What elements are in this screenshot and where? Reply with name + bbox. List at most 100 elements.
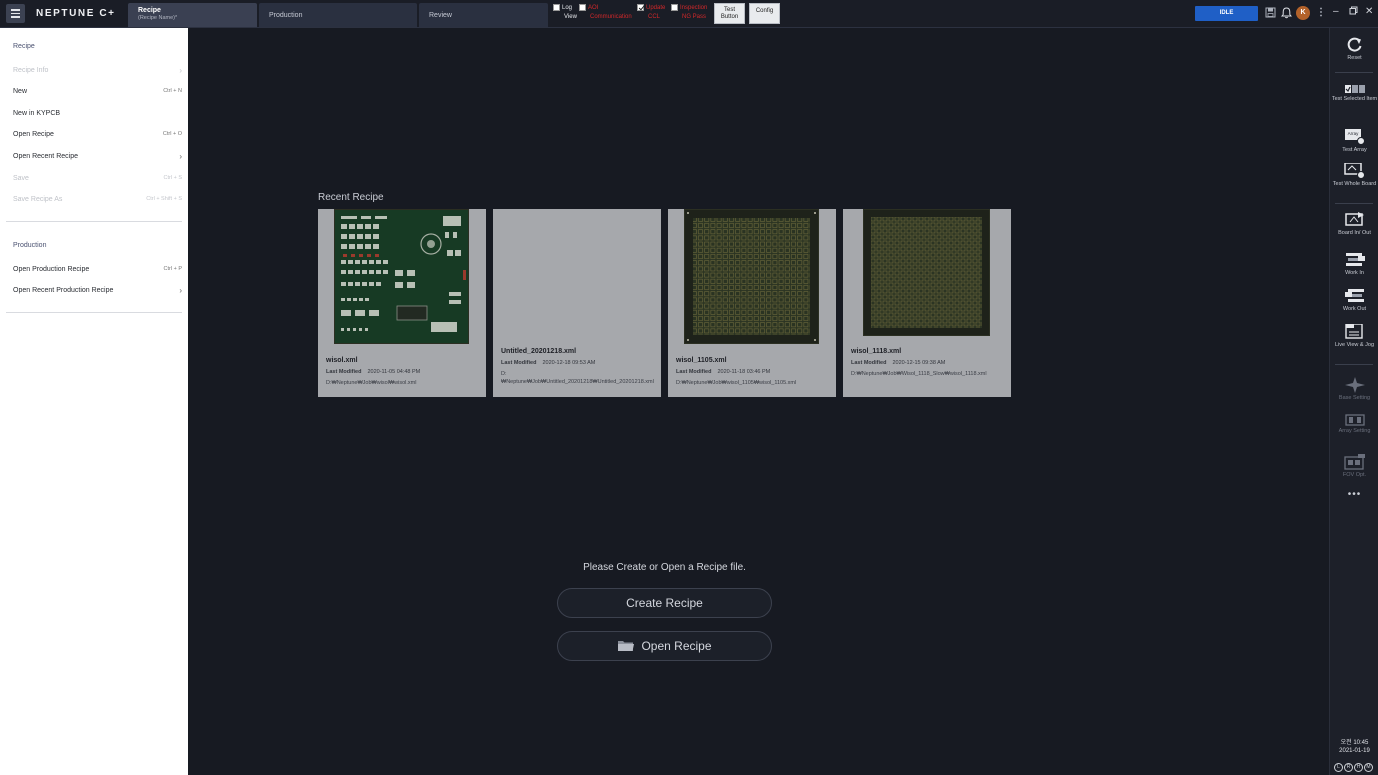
recipe-card[interactable]: Untitled_20201218.xml Last Modified 2020-… xyxy=(493,209,661,397)
bell-icon[interactable] xyxy=(1280,7,1293,23)
menu-item-save-label: Save xyxy=(13,175,29,182)
menu-item-new[interactable]: New Ctrl + N xyxy=(13,88,182,95)
recipe-card-modified: Last Modified 2020-12-18 09:53 AM xyxy=(501,360,595,366)
aoi-communication-checkbox[interactable] xyxy=(579,4,586,11)
minimize-icon[interactable]: – xyxy=(1333,6,1339,18)
menu-item-save-recipe-as-shortcut: Ctrl + Shift + S xyxy=(146,196,182,202)
indicator-m-icon: M xyxy=(1364,763,1373,772)
test-array-label: Test Array xyxy=(1342,147,1367,153)
tab-review[interactable]: Review xyxy=(419,3,548,27)
log-view-checkbox[interactable] xyxy=(553,4,560,11)
recipe-section-title: Recipe xyxy=(13,43,35,50)
system-clock: 오전 10:45 2021-01-19 xyxy=(1330,739,1378,755)
close-icon[interactable]: ✕ xyxy=(1365,6,1373,18)
menu-divider xyxy=(6,312,182,313)
aoi-communication-label: AOI xyxy=(588,5,599,11)
clock-time: 오전 10:45 xyxy=(1340,740,1369,746)
menu-item-new-in-kypcb[interactable]: New in KYPCB xyxy=(13,110,182,117)
tab-production[interactable]: Production xyxy=(259,3,417,27)
recipe-card[interactable]: wisol_1118.xml Last Modified 2020-12-15 0… xyxy=(843,209,1011,397)
recipe-card-date: 2020-11-05 04:48 PM xyxy=(367,369,421,375)
recipe-card-modified: Last Modified 2020-11-18 03:46 PM xyxy=(676,369,770,375)
inspection-ng-pass-label: Inspection xyxy=(680,5,708,11)
log-view-label: Log xyxy=(562,5,573,11)
menu-item-open-production-recipe-shortcut: Ctrl + P xyxy=(163,266,183,272)
test-array-icon: Array xyxy=(1344,129,1365,145)
inspection-ng-pass-toggle[interactable]: Inspection NG Pass xyxy=(671,4,707,21)
recipe-card-modified: Last Modified 2020-12-15 09:38 AM xyxy=(851,360,945,366)
open-recipe-button[interactable]: Open Recipe xyxy=(557,631,772,661)
menu-item-open-recent-production-recipe-label: Open Recent Production Recipe xyxy=(13,287,114,294)
chevron-right-icon: › xyxy=(179,66,182,75)
recipe-card-path: D:₩Neptune₩Job₩wisol_1105₩wisol_1105.xml xyxy=(676,380,797,386)
status-idle-button[interactable]: IDLE xyxy=(1195,6,1258,21)
live-view-jog-label: Live View & Jog xyxy=(1334,342,1375,348)
test-selected-label: Test Selected Item xyxy=(1331,96,1378,102)
menu-item-open-production-recipe-label: Open Production Recipe xyxy=(13,266,90,273)
array-setting-button[interactable]: Array Setting xyxy=(1330,414,1378,435)
fov-opt-button[interactable]: FOV Opt. xyxy=(1330,454,1378,479)
update-ccl-toggle[interactable]: Update CCL xyxy=(637,4,665,21)
recipe-card-name: wisol_1105.xml xyxy=(676,357,727,364)
config-button[interactable]: Config xyxy=(749,3,780,24)
clock-date: 2021-01-19 xyxy=(1339,748,1370,754)
production-section-title: Production xyxy=(13,242,47,249)
menu-item-open-production-recipe[interactable]: Open Production Recipe Ctrl + P xyxy=(13,266,182,273)
file-menu-panel: Recipe Recipe Info › New Ctrl + N New in… xyxy=(0,28,188,775)
test-board-icon xyxy=(1343,163,1365,179)
hamburger-menu-icon[interactable] xyxy=(6,4,25,23)
tab-review-label: Review xyxy=(429,12,452,19)
work-out-label: Work Out xyxy=(1342,306,1367,312)
toolbar-divider xyxy=(1335,364,1373,365)
toolbar-divider xyxy=(1335,203,1373,204)
base-setting-button[interactable]: Base Setting xyxy=(1330,377,1378,402)
recipe-card-path: D:₩Neptune₩Job₩Untitled_20201218₩Untitle… xyxy=(501,371,654,385)
work-in-button[interactable]: Work In xyxy=(1330,252,1378,277)
menu-item-open-recent-recipe[interactable]: Open Recent Recipe › xyxy=(13,152,182,161)
save-icon[interactable] xyxy=(1265,7,1276,22)
more-vertical-icon[interactable]: ⋮ xyxy=(1316,7,1326,19)
create-recipe-button[interactable]: Create Recipe xyxy=(557,588,772,618)
menu-item-open-recent-production-recipe[interactable]: Open Recent Production Recipe › xyxy=(13,286,182,295)
menu-item-recipe-info[interactable]: Recipe Info › xyxy=(13,66,182,75)
pcb-thumbnail xyxy=(684,209,819,344)
menu-item-open-recipe[interactable]: Open Recipe Ctrl + O xyxy=(13,131,182,138)
work-out-icon xyxy=(1344,289,1364,302)
menu-item-save[interactable]: Save Ctrl + S xyxy=(13,175,182,182)
menu-item-open-recent-recipe-label: Open Recent Recipe xyxy=(13,153,78,160)
aoi-communication-toggle[interactable]: AOI Communication xyxy=(579,4,632,21)
pcb-thumbnail xyxy=(334,209,469,344)
reset-button[interactable]: Reset xyxy=(1330,37,1378,62)
work-out-button[interactable]: Work Out xyxy=(1330,288,1378,313)
user-avatar[interactable]: K xyxy=(1296,6,1310,20)
tab-recipe[interactable]: Recipe (Recipe Name)* xyxy=(128,3,257,27)
menu-item-new-label: New xyxy=(13,88,28,95)
chevron-right-icon: › xyxy=(179,286,182,295)
test-button-line2: Button xyxy=(720,14,739,20)
board-in-out-button[interactable]: Board In/ Out xyxy=(1330,212,1378,237)
title-bar: NEPTUNE C+ Recipe (Recipe Name)* Product… xyxy=(0,0,1378,28)
tab-recipe-sublabel: (Recipe Name)* xyxy=(138,15,178,21)
last-modified-label: Last Modified xyxy=(501,360,537,366)
test-array-button[interactable]: Array Test Array xyxy=(1330,129,1378,154)
update-ccl-checkbox[interactable] xyxy=(637,4,644,11)
folder-icon xyxy=(617,634,635,662)
more-horizontal-icon[interactable]: ••• xyxy=(1330,490,1378,500)
restore-icon[interactable] xyxy=(1349,6,1358,19)
menu-item-save-recipe-as[interactable]: Save Recipe As Ctrl + Shift + S xyxy=(13,196,182,203)
menu-divider xyxy=(6,221,182,222)
status-indicators: L R H M xyxy=(1334,763,1373,772)
base-setting-icon xyxy=(1344,377,1365,393)
test-button[interactable]: Test Button xyxy=(714,3,745,24)
aoi-communication-label-2: Communication xyxy=(590,14,632,20)
live-view-jog-button[interactable]: Live View & Jog xyxy=(1330,324,1378,349)
fov-opt-label: FOV Opt. xyxy=(1342,472,1367,478)
test-button-line1: Test xyxy=(723,7,735,13)
inspection-ng-pass-checkbox[interactable] xyxy=(671,4,678,11)
test-whole-board-button[interactable]: Test Whole Board xyxy=(1330,163,1378,188)
recipe-card[interactable]: wisol_1105.xml Last Modified 2020-11-18 0… xyxy=(668,209,836,397)
reset-label: Reset xyxy=(1347,55,1362,61)
recipe-card[interactable]: wisol.xml Last Modified 2020-11-05 04:48 … xyxy=(318,209,486,397)
log-view-toggle[interactable]: Log View xyxy=(553,4,577,21)
test-selected-item-button[interactable]: Test Selected Item xyxy=(1330,85,1378,103)
